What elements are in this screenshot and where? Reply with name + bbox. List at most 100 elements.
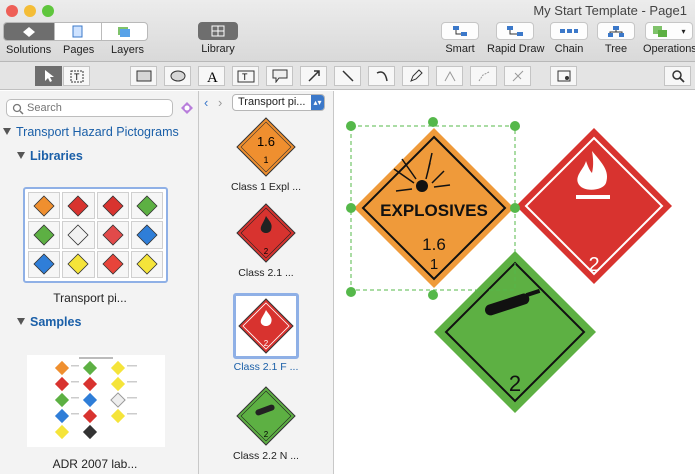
select-tool[interactable]	[35, 66, 62, 86]
text-frame-tool[interactable]: T	[232, 66, 259, 86]
explosives-placard[interactable]: EXPLOSIVES 1.6 1	[354, 128, 514, 288]
window-toolbar: My Start Template - Page1 Solutions Page…	[0, 0, 695, 62]
line-arrow-tool[interactable]	[300, 66, 327, 86]
ellipse-tool[interactable]	[164, 66, 191, 86]
pages-toggle[interactable]	[54, 23, 100, 40]
flammable-gas-placard[interactable]: 2	[516, 128, 672, 284]
rapid-draw-button[interactable]: Rapid Draw	[487, 22, 545, 55]
search-field[interactable]	[6, 99, 173, 117]
rapid-draw-label: Rapid Draw	[487, 43, 545, 55]
text-box-tool[interactable]: T	[63, 66, 90, 86]
text-icon: A	[207, 70, 218, 83]
shape-class-2-1-f[interactable]: 2 Class 2.1 F ...	[199, 293, 333, 373]
panel-toggle-group	[3, 22, 148, 41]
share-icon[interactable]	[179, 101, 195, 117]
operations-icon: ▾	[645, 22, 693, 40]
shape-label: Class 2.2 N ...	[233, 450, 299, 462]
library-button[interactable]: Library	[196, 22, 240, 55]
shape-class-2-2[interactable]: 2 Class 2.2 N ...	[199, 385, 333, 462]
drawing-canvas[interactable]: 2 2 EXPLOSIVES 1.6 1	[334, 91, 695, 474]
resize-handle-top-right[interactable]	[510, 121, 520, 131]
crop-tool[interactable]	[550, 66, 577, 86]
operations-button[interactable]: ▾ Operations	[643, 22, 695, 55]
shape-class-2-1[interactable]: 2 Class 2.1 ...	[199, 202, 333, 279]
smart-label: Smart	[445, 43, 475, 55]
nav-forward-button[interactable]: ›	[218, 95, 222, 110]
svg-text:2: 2	[264, 430, 269, 439]
toolbar-label-solutions: Solutions	[6, 44, 52, 56]
arc-icon	[376, 71, 388, 82]
rectangle-tool[interactable]	[130, 66, 157, 86]
non-flammable-gas-placard[interactable]: 2	[434, 251, 596, 413]
smart-button[interactable]: Smart	[440, 22, 480, 55]
chain-button[interactable]: Chain	[550, 22, 588, 55]
connector-tool[interactable]	[504, 66, 531, 86]
non-flammable-gas-pictogram-icon: 2	[236, 386, 296, 446]
shape-label-selected: Class 2.1 F ...	[233, 361, 299, 373]
search-input[interactable]	[27, 101, 167, 115]
disclosure-triangle-icon[interactable]	[3, 128, 11, 135]
polyline-icon	[478, 71, 489, 82]
explosive-pictogram-icon: 1.6 1	[236, 117, 296, 177]
line-tool[interactable]	[334, 66, 361, 86]
samples-label: Samples	[30, 315, 82, 329]
pen-tool[interactable]	[402, 66, 429, 86]
zoom-window-button[interactable]	[42, 5, 54, 17]
solutions-toggle[interactable]	[4, 23, 55, 40]
gas-pictogram-icon	[33, 224, 55, 246]
resize-handle-top-left[interactable]	[346, 121, 356, 131]
bezier-tool[interactable]	[436, 66, 463, 86]
layers-toggle[interactable]	[100, 23, 147, 40]
explosives-class-number: 1	[430, 256, 438, 273]
shape-class-1-explosives[interactable]: 1.6 1 Class 1 Expl ...	[199, 116, 333, 193]
text-box-icon: T	[70, 70, 83, 82]
text-tool[interactable]: A	[198, 66, 225, 86]
toolbar-label-layers: Layers	[111, 44, 145, 56]
callout-tool[interactable]	[266, 66, 293, 86]
search-canvas-button[interactable]	[664, 66, 691, 86]
minimize-window-button[interactable]	[24, 5, 36, 17]
close-window-button[interactable]	[6, 5, 18, 17]
tree-libraries-heading[interactable]: Libraries	[17, 149, 83, 163]
resize-handle-top[interactable]	[428, 117, 438, 127]
explosive-pictogram-icon	[33, 195, 55, 217]
sample-document-preview	[54, 357, 137, 440]
tree-root-label: Transport Hazard Pictograms	[16, 125, 179, 139]
resize-handle-left[interactable]	[346, 203, 356, 213]
nonflammable-class-number: 2	[509, 371, 521, 396]
flammable-pictogram-icon	[102, 195, 124, 217]
solutions-panel: Transport Hazard Pictograms Libraries Tr…	[0, 91, 199, 474]
dangerous-when-wet-pictogram-icon	[136, 224, 158, 246]
resize-handle-bottom-left[interactable]	[346, 287, 356, 297]
bezier-icon	[444, 70, 455, 82]
tree-samples-heading[interactable]: Samples	[17, 315, 81, 329]
tree-button[interactable]: Tree	[597, 22, 635, 55]
tree-root-transport-hazard[interactable]: Transport Hazard Pictograms	[3, 125, 179, 139]
resize-handle-right[interactable]	[510, 203, 520, 213]
connector-icon	[512, 70, 523, 82]
explosives-division: 1.6	[422, 235, 446, 254]
library-thumbnail[interactable]	[23, 187, 168, 283]
arc-tool[interactable]	[368, 66, 395, 86]
nav-back-button[interactable]: ‹	[204, 95, 208, 110]
toxic-pictogram-icon	[67, 224, 89, 246]
svg-text:T: T	[242, 72, 248, 82]
line-icon	[341, 70, 354, 82]
tree-label: Tree	[604, 43, 628, 55]
rapid-draw-icon	[496, 22, 534, 40]
window-title: My Start Template - Page1	[533, 3, 687, 18]
library-item-label: Transport pi...	[53, 291, 127, 305]
tree-icon	[597, 22, 635, 40]
polyline-tool[interactable]	[470, 66, 497, 86]
library-select[interactable]: Transport pi... ▴▾	[232, 94, 325, 111]
resize-handle-bottom[interactable]	[428, 290, 438, 300]
libraries-label: Libraries	[30, 149, 83, 163]
svg-text:T: T	[74, 72, 80, 82]
ellipse-icon	[170, 70, 185, 82]
shape-label: Class 2.1 ...	[238, 267, 294, 279]
disclosure-triangle-icon[interactable]	[17, 152, 25, 159]
flammable-pictogram-icon	[67, 195, 89, 217]
sample-thumbnail[interactable]	[27, 355, 165, 447]
water-reactive-pictogram-icon	[33, 253, 55, 275]
disclosure-triangle-icon[interactable]	[17, 318, 25, 325]
